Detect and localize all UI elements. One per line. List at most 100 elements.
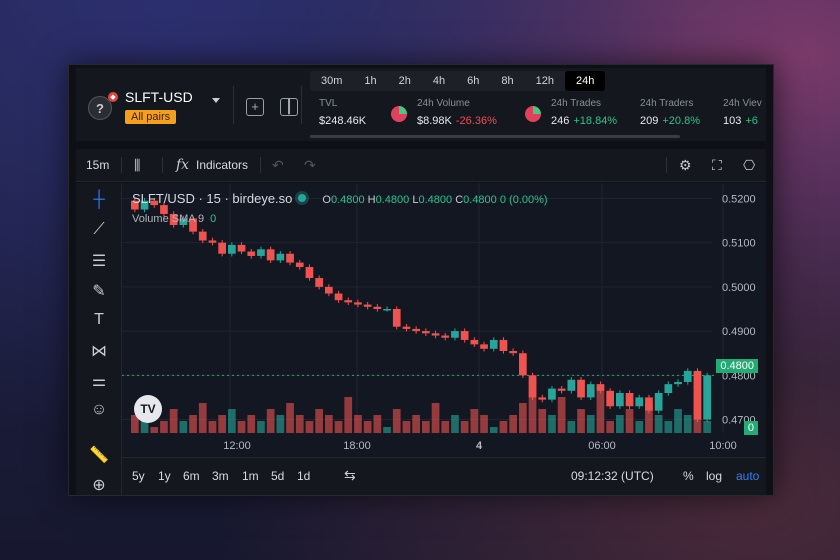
pair-name[interactable]: SLFT-USD — [125, 89, 193, 105]
candle — [480, 344, 488, 349]
candle — [412, 328, 420, 332]
redo-icon[interactable]: ↷ — [304, 157, 316, 174]
candle — [247, 251, 256, 256]
tab-timeframe-24h[interactable]: 24h — [565, 71, 606, 91]
volume-bar — [422, 421, 430, 433]
tab-timeframe-6h[interactable]: 6h — [456, 71, 490, 91]
divider — [301, 86, 302, 124]
price-tick-label: 0.5100 — [722, 238, 756, 250]
candle — [344, 300, 353, 303]
range-button-5y[interactable]: 5y — [132, 469, 145, 483]
volume-bar — [354, 415, 362, 433]
candlestick-plot[interactable]: 0.52000.51000.50000.49000.48000.470012:0… — [122, 183, 766, 457]
range-button-1d[interactable]: 1d — [297, 469, 310, 483]
utc-clock[interactable]: 09:12:32 (UTC) — [571, 469, 654, 483]
volume-bar — [499, 421, 508, 433]
volume-bar — [373, 415, 382, 433]
time-tick-label: 06:00 — [588, 440, 616, 452]
last-price-tag: 0.4800 — [716, 359, 758, 373]
candle — [228, 244, 236, 254]
candle — [218, 242, 226, 254]
volume-bar — [160, 421, 168, 433]
candle — [519, 353, 527, 376]
range-button-1y[interactable]: 1y — [158, 469, 171, 483]
volume-bar — [645, 403, 653, 433]
candle — [674, 381, 682, 385]
undo-icon[interactable]: ↶ — [272, 157, 284, 174]
candle — [315, 278, 323, 287]
trend-line-icon[interactable]: ⟋ — [88, 221, 110, 243]
volume-bar — [480, 415, 488, 433]
candle — [577, 379, 585, 398]
measure-lines-icon[interactable]: ⚌ — [88, 371, 110, 393]
views-change: +6 — [745, 115, 758, 127]
trades-stat: 24h Trades 246 +18.84% — [551, 98, 617, 127]
tab-timeframe-8h[interactable]: 8h — [490, 71, 524, 91]
horizontal-lines-icon[interactable]: ☰ — [88, 251, 110, 273]
candle — [703, 375, 711, 420]
price-tick-label: 0.5200 — [722, 193, 756, 205]
price-chart[interactable]: 0.5200 0.5100 0.5000 0.4900 0.4800 0.4700 12:0… — [122, 183, 766, 457]
trades-pie-icon — [525, 106, 541, 122]
split-view-icon[interactable]: ┃ — [280, 98, 298, 116]
camera-icon[interactable]: ⎔ — [743, 157, 755, 174]
chevron-down-icon[interactable] — [212, 98, 220, 103]
chart-toolbar: 15m ⫼ fx Indicators ↶ ↷ ⚙ ⛶ ⎔ — [76, 149, 766, 182]
range-button-1m[interactable]: 1m — [242, 469, 259, 483]
volume-bar — [470, 409, 479, 433]
tab-timeframe-1h[interactable]: 1h — [353, 71, 387, 91]
tab-timeframe-4h[interactable]: 4h — [422, 71, 456, 91]
add-icon[interactable]: + — [246, 98, 264, 116]
views-value: 103 — [723, 115, 742, 127]
volume-bar — [266, 409, 275, 433]
volume-bar — [189, 415, 197, 433]
traders-stat: 24h Traders 209 +20.8% — [640, 98, 700, 127]
candle — [383, 309, 391, 311]
stats-scrollbar[interactable] — [310, 135, 680, 138]
candle — [548, 388, 556, 400]
volume-bar — [664, 421, 673, 433]
range-button-5d[interactable]: 5d — [271, 469, 284, 483]
volume-bar — [305, 421, 314, 433]
tab-timeframe-30m[interactable]: 30m — [310, 71, 353, 91]
percent-toggle[interactable]: % — [683, 469, 694, 483]
brush-icon[interactable]: ✎ — [88, 281, 110, 303]
ruler-icon[interactable]: 📏 — [88, 445, 110, 467]
auto-toggle[interactable]: auto — [736, 469, 759, 483]
date-range-icon[interactable]: ⇆ — [344, 467, 356, 484]
fx-icon[interactable]: fx — [176, 157, 189, 173]
candle — [334, 293, 343, 301]
tab-timeframe-2h[interactable]: 2h — [388, 71, 422, 91]
chart-bottom-bar: 5y 1y 6m 3m 1m 5d 1d ⇆ 09:12:32 (UTC) % log au… — [122, 457, 766, 495]
settings-gear-icon[interactable]: ⚙ — [679, 157, 692, 174]
volume-bar — [635, 421, 644, 433]
volume-bar — [315, 409, 323, 433]
volume-bar — [519, 403, 527, 433]
volume-bar — [208, 421, 217, 433]
log-toggle[interactable]: log — [706, 469, 722, 483]
candle — [325, 286, 333, 294]
volume-legend: Volume SMA 90 — [132, 213, 217, 225]
volume-bar — [683, 415, 692, 433]
candle — [257, 249, 265, 256]
pattern-icon[interactable]: ⋈ — [88, 341, 110, 363]
fullscreen-icon[interactable]: ⛶ — [712, 157, 722, 174]
range-button-6m[interactable]: 6m — [183, 469, 200, 483]
candles-icon[interactable]: ⫼ — [134, 157, 140, 174]
all-pairs-badge[interactable]: All pairs — [125, 110, 177, 124]
candle — [567, 379, 576, 391]
symbol-title: SLFT/USD · 15 · birdeye.so — [132, 191, 293, 206]
tab-timeframe-12h[interactable]: 12h — [525, 71, 565, 91]
text-tool-icon[interactable]: T — [88, 311, 110, 333]
volume-bar — [460, 421, 469, 433]
zoom-in-icon[interactable]: ⊕ — [88, 475, 110, 495]
timeframe-tabs: 30m 1h 2h 4h 6h 8h 12h 24h — [310, 71, 606, 91]
range-button-3m[interactable]: 3m — [212, 469, 229, 483]
emoji-icon[interactable]: ☺ — [88, 401, 110, 423]
tradingview-logo-icon[interactable]: TV — [134, 395, 162, 423]
crosshair-icon[interactable]: ┼ — [88, 191, 110, 213]
indicators-button[interactable]: Indicators — [196, 158, 248, 172]
volume-bar — [703, 421, 711, 433]
traders-change: +20.8% — [662, 115, 700, 127]
interval-button[interactable]: 15m — [86, 158, 109, 172]
